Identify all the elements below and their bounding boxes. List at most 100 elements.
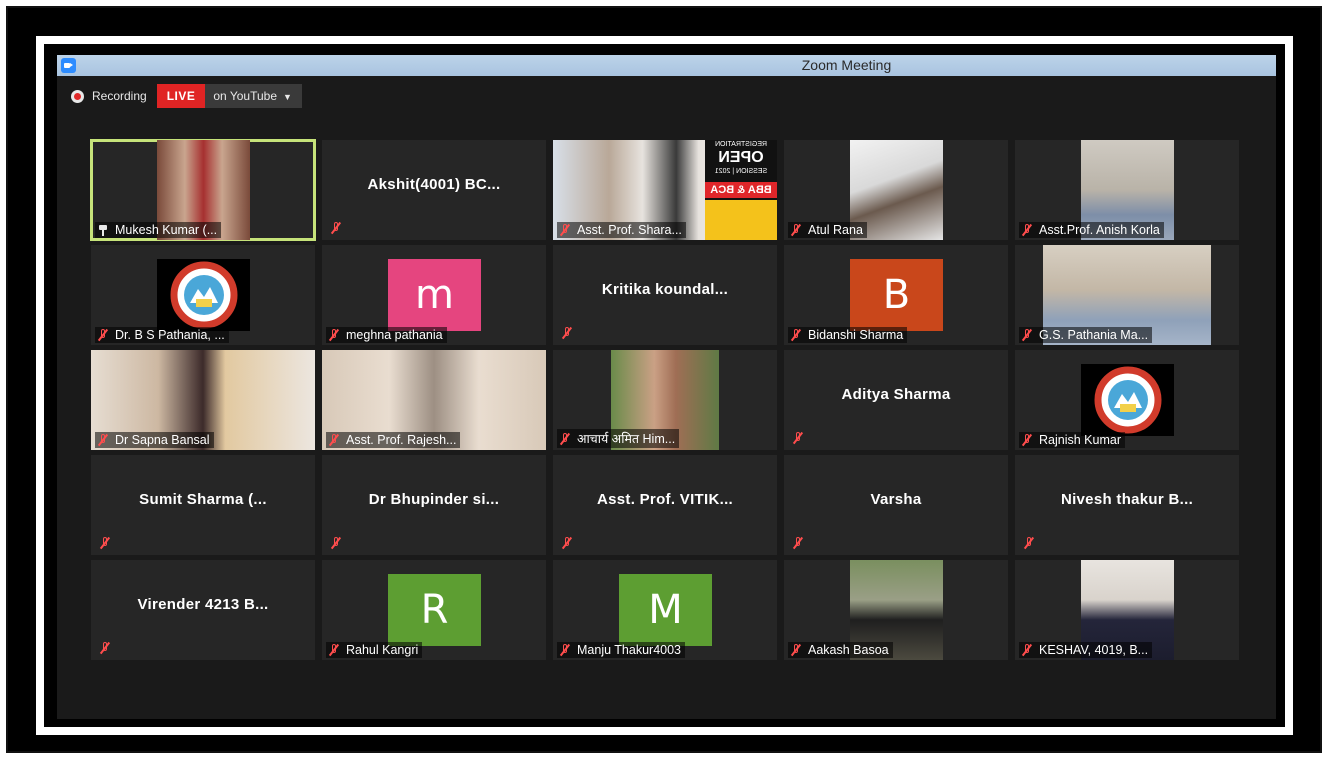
muted-mic-icon bbox=[99, 642, 111, 654]
participant-tile[interactable]: Dr. B S Pathania, ... bbox=[91, 245, 315, 345]
participant-display-name: Varsha bbox=[870, 491, 922, 508]
avatar: m bbox=[388, 259, 481, 331]
caret-down-icon: ▼ bbox=[283, 92, 292, 102]
muted-mic-icon bbox=[1021, 329, 1033, 341]
muted-mic-icon bbox=[792, 537, 804, 549]
participant-tile[interactable]: Dr Sapna Bansal bbox=[91, 350, 315, 450]
poster-banner bbox=[705, 200, 777, 240]
participant-name: Dr. B S Pathania, ... bbox=[115, 328, 225, 342]
participant-display-name: Kritika koundal... bbox=[601, 281, 729, 298]
participant-name: Dr Sapna Bansal bbox=[115, 433, 210, 447]
window-titlebar: Zoom Meeting bbox=[57, 55, 1276, 76]
participant-name: Atul Rana bbox=[808, 223, 863, 237]
participant-display-name: Asst. Prof. VITIK... bbox=[596, 491, 734, 508]
participant-tile[interactable]: m meghna pathania bbox=[322, 245, 546, 345]
participant-name-label: Dr. B S Pathania, ... bbox=[95, 327, 229, 343]
participant-name: Rajnish Kumar bbox=[1039, 433, 1121, 447]
registration-poster: REGISTRATION OPEN SESSION | 2021 BBA & BCA bbox=[705, 140, 777, 240]
muted-mic-icon bbox=[792, 432, 804, 444]
avatar: M bbox=[619, 574, 712, 646]
participant-name-label: Asst. Prof. Rajesh... bbox=[326, 432, 461, 448]
poster-line: SESSION | 2021 bbox=[714, 168, 768, 175]
muted-mic-icon bbox=[99, 537, 111, 549]
participant-name-label: Manju Thakur4003 bbox=[557, 642, 686, 658]
participant-name-label: Rahul Kangri bbox=[326, 642, 423, 658]
muted-mic-icon bbox=[559, 644, 571, 656]
zoom-window: Zoom Meeting Recording LIVE on YouTube ▼ … bbox=[57, 55, 1276, 719]
muted-mic-icon bbox=[561, 537, 573, 549]
participant-name-label: Asst. Prof. Shara... bbox=[557, 222, 686, 238]
muted-mic-icon bbox=[1021, 434, 1033, 446]
participant-tile[interactable]: Varsha bbox=[784, 455, 1008, 555]
participant-name-label: Aakash Basoa bbox=[788, 642, 893, 658]
participant-tile[interactable]: R Rahul Kangri bbox=[322, 560, 546, 660]
participant-name: आचार्य अमित Him... bbox=[577, 432, 676, 446]
participant-name: Rahul Kangri bbox=[346, 643, 419, 657]
participant-tile[interactable]: Atul Rana bbox=[784, 140, 1008, 240]
participant-name: G.S. Pathania Ma... bbox=[1039, 328, 1149, 342]
participant-display-name: Aditya Sharma bbox=[841, 386, 951, 403]
participant-name: Mukesh Kumar (... bbox=[115, 223, 218, 237]
participant-tile[interactable]: Virender 4213 B... bbox=[91, 560, 315, 660]
muted-mic-icon bbox=[328, 644, 340, 656]
participant-name: Aakash Basoa bbox=[808, 643, 889, 657]
muted-mic-icon bbox=[559, 224, 571, 236]
participant-tile[interactable]: Mukesh Kumar (... bbox=[90, 139, 316, 241]
muted-mic-icon bbox=[1021, 224, 1033, 236]
zoom-app-icon bbox=[61, 58, 76, 73]
participant-tile[interactable]: Asst. Prof. Rajesh... bbox=[322, 350, 546, 450]
college-logo bbox=[1081, 364, 1174, 436]
live-platform-dropdown[interactable]: on YouTube ▼ bbox=[205, 84, 302, 108]
muted-mic-icon bbox=[328, 434, 340, 446]
window-title: Zoom Meeting bbox=[801, 57, 892, 73]
participant-name-label: आचार्य अमित Him... bbox=[557, 429, 680, 448]
participant-display-name: Akshit(4001) BC... bbox=[367, 176, 501, 193]
participant-name-label: meghna pathania bbox=[326, 327, 447, 343]
participant-tile[interactable]: Nivesh thakur B... bbox=[1015, 455, 1239, 555]
participant-name-label: Rajnish Kumar bbox=[1019, 432, 1125, 448]
recording-icon bbox=[71, 89, 84, 103]
participant-name-label: Atul Rana bbox=[788, 222, 867, 238]
participant-display-name: Sumit Sharma (... bbox=[139, 491, 267, 508]
muted-mic-icon bbox=[790, 329, 802, 341]
muted-mic-icon bbox=[790, 224, 802, 236]
muted-mic-icon bbox=[1021, 644, 1033, 656]
live-platform-label: on YouTube bbox=[213, 89, 277, 103]
participant-tile[interactable]: Aakash Basoa bbox=[784, 560, 1008, 660]
live-badge[interactable]: LIVE bbox=[156, 84, 206, 108]
participant-display-name: Nivesh thakur B... bbox=[1060, 491, 1194, 508]
participant-tile[interactable]: B Bidanshi Sharma bbox=[784, 245, 1008, 345]
muted-mic-icon bbox=[328, 329, 340, 341]
muted-mic-icon bbox=[1023, 537, 1035, 549]
participant-name: meghna pathania bbox=[346, 328, 443, 342]
avatar: R bbox=[388, 574, 481, 646]
participant-tile[interactable]: KESHAV, 4019, B... bbox=[1015, 560, 1239, 660]
recording-label: Recording bbox=[92, 89, 147, 103]
poster-line: REGISTRATION bbox=[715, 141, 767, 148]
participant-tile[interactable]: Aditya Sharma bbox=[784, 350, 1008, 450]
muted-mic-icon bbox=[330, 537, 342, 549]
college-logo bbox=[157, 259, 250, 331]
muted-mic-icon bbox=[330, 222, 342, 234]
participant-tile[interactable]: M Manju Thakur4003 bbox=[553, 560, 777, 660]
participant-tile[interactable]: Dr Bhupinder si... bbox=[322, 455, 546, 555]
recording-bar: Recording LIVE on YouTube ▼ bbox=[71, 84, 302, 108]
participant-tile[interactable]: Sumit Sharma (... bbox=[91, 455, 315, 555]
gallery-grid: Mukesh Kumar (... Akshit(4001) BC... REGIS… bbox=[90, 139, 1239, 660]
muted-mic-icon bbox=[97, 329, 109, 341]
participant-tile[interactable]: Kritika koundal... bbox=[553, 245, 777, 345]
participant-tile[interactable]: Rajnish Kumar bbox=[1015, 350, 1239, 450]
muted-mic-icon bbox=[790, 644, 802, 656]
pin-icon bbox=[97, 224, 109, 236]
participant-tile[interactable]: Asst. Prof. VITIK... bbox=[553, 455, 777, 555]
participant-tile[interactable]: आचार्य अमित Him... bbox=[553, 350, 777, 450]
poster-headline: OPEN bbox=[718, 149, 764, 166]
participant-tile[interactable]: G.S. Pathania Ma... bbox=[1015, 245, 1239, 345]
participant-tile[interactable]: REGISTRATION OPEN SESSION | 2021 BBA & BCA A… bbox=[553, 140, 777, 240]
muted-mic-icon bbox=[561, 327, 573, 339]
participant-display-name: Dr Bhupinder si... bbox=[368, 491, 500, 508]
participant-tile[interactable]: Asst.Prof. Anish Korla bbox=[1015, 140, 1239, 240]
avatar: B bbox=[850, 259, 943, 331]
participant-name-label: Mukesh Kumar (... bbox=[95, 222, 222, 238]
participant-tile[interactable]: Akshit(4001) BC... bbox=[322, 140, 546, 240]
